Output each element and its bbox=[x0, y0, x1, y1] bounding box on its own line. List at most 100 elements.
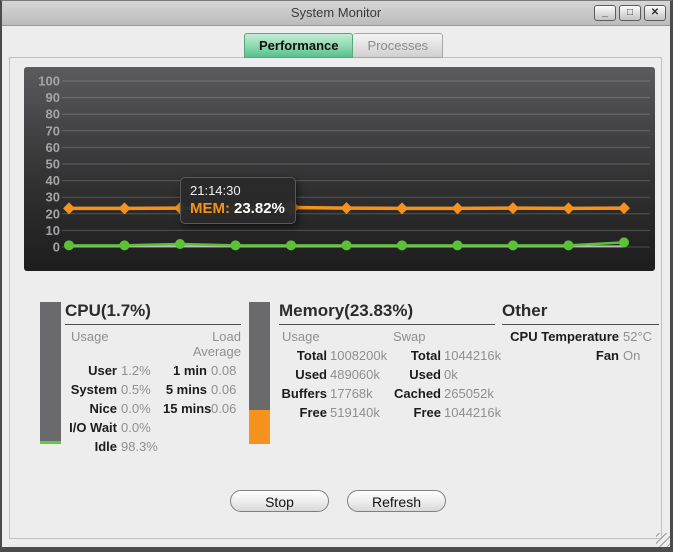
data-point-cpu bbox=[286, 240, 296, 251]
minimize-button[interactable]: _ bbox=[594, 5, 616, 21]
cpu-stat-value: 0.5% bbox=[121, 382, 151, 397]
cpu-stat-value: 98.3% bbox=[121, 439, 158, 454]
refresh-button[interactable]: Refresh bbox=[347, 490, 446, 512]
other-stat-label: CPU Temperature bbox=[510, 329, 619, 344]
memory-swap-value: 0k bbox=[444, 367, 458, 382]
cpu-load-label: 15 mins bbox=[163, 401, 212, 416]
close-button[interactable]: ✕ bbox=[644, 5, 666, 21]
cpu-stat-label: Nice bbox=[89, 401, 117, 416]
data-point-mem bbox=[118, 202, 131, 215]
y-tick-label: 60 bbox=[46, 140, 60, 155]
memory-swap-label: Total bbox=[410, 348, 441, 363]
data-point-mem bbox=[451, 202, 464, 215]
data-point-mem bbox=[507, 202, 519, 215]
cpu-load-value bbox=[211, 439, 241, 454]
y-tick-label: 30 bbox=[46, 190, 60, 205]
other-stat-label: Fan bbox=[595, 348, 619, 363]
memory-panel-title: Memory(23.83%) bbox=[279, 301, 495, 325]
data-point-cpu bbox=[397, 240, 407, 251]
memory-usage-value: 1008200k bbox=[330, 348, 388, 363]
memory-usage-value: 17768k bbox=[330, 386, 373, 401]
memory-gauge-fill bbox=[249, 410, 270, 444]
memory-gauge bbox=[249, 302, 270, 444]
cpu-stat-value: 1.2% bbox=[121, 363, 151, 378]
cpu-gauge bbox=[40, 302, 61, 444]
tooltip-reading: MEM: 23.82% bbox=[190, 200, 286, 217]
memory-usage-header: Usage bbox=[282, 329, 320, 344]
cpu-stat-label: I/O Wait bbox=[69, 420, 117, 435]
cpu-stat-value: 0.0% bbox=[121, 420, 151, 435]
memory-swap-value: 1044216k bbox=[444, 405, 502, 420]
memory-usage-label: Free bbox=[299, 405, 327, 420]
data-point-cpu bbox=[64, 240, 74, 251]
data-point-mem bbox=[618, 202, 630, 215]
data-point-cpu bbox=[230, 240, 241, 251]
window-title: System Monitor bbox=[290, 5, 382, 20]
cpu-stat-label: System bbox=[70, 382, 117, 397]
memory-usage-value: 519140k bbox=[330, 405, 380, 420]
other-panel-title: Other bbox=[502, 301, 659, 325]
resize-grip[interactable] bbox=[656, 533, 670, 547]
data-point-cpu bbox=[563, 240, 574, 251]
memory-usage-value: 489060k bbox=[330, 367, 380, 382]
cpu-column-headers: Usage Load Average bbox=[65, 329, 241, 359]
memory-usage-label: Used bbox=[295, 367, 327, 382]
data-point-mem bbox=[63, 202, 75, 215]
other-panel: Other CPU Temperature 52°C Fan On bbox=[502, 301, 659, 363]
tooltip-time: 21:14:30 bbox=[190, 183, 241, 198]
cpu-load-value bbox=[211, 420, 241, 435]
y-tick-label: 70 bbox=[46, 123, 60, 138]
cpu-load-value: 0.06 bbox=[211, 382, 237, 397]
y-tick-label: 10 bbox=[46, 223, 60, 238]
cpu-load-label: 5 mins bbox=[165, 382, 207, 397]
data-point-cpu bbox=[175, 239, 185, 250]
chart-canvas[interactable]: 1009080706050403020100 bbox=[24, 67, 655, 271]
cpu-panel: CPU(1.7%) Usage Load Average User 1.2% 1 m… bbox=[65, 301, 241, 454]
y-tick-label: 90 bbox=[46, 90, 60, 105]
cpu-load-label: 1 min bbox=[173, 363, 207, 378]
cpu-stat-label: User bbox=[88, 363, 117, 378]
cpu-load-value: 0.06 bbox=[211, 401, 237, 416]
data-point-mem bbox=[340, 202, 353, 215]
data-point-cpu bbox=[508, 240, 518, 251]
cpu-load-label bbox=[163, 420, 207, 435]
other-stat-value: On bbox=[623, 348, 641, 363]
memory-column-headers: Usage Swap bbox=[279, 329, 495, 344]
data-point-cpu bbox=[452, 240, 463, 251]
tab-bar: Performance Processes bbox=[244, 33, 444, 58]
data-point-mem bbox=[396, 202, 408, 215]
cpu-load-label bbox=[163, 439, 207, 454]
memory-swap-label: Cached bbox=[394, 386, 441, 401]
y-tick-label: 40 bbox=[46, 173, 60, 188]
memory-swap-header: Swap bbox=[393, 329, 426, 344]
cpu-panel-title: CPU(1.7%) bbox=[65, 301, 241, 325]
other-stat-value: 52°C bbox=[623, 329, 653, 344]
window-controls: _ □ ✕ bbox=[594, 5, 666, 21]
cpu-stat-label: Idle bbox=[94, 439, 117, 454]
stop-button[interactable]: Stop bbox=[230, 490, 329, 512]
y-tick-label: 20 bbox=[46, 206, 60, 221]
y-tick-label: 0 bbox=[53, 240, 60, 255]
cpu-usage-header: Usage bbox=[71, 329, 109, 344]
y-tick-label: 80 bbox=[46, 107, 60, 122]
cpu-load-header: Load Average bbox=[192, 329, 241, 359]
tab-performance[interactable]: Performance bbox=[244, 33, 354, 58]
cpu-stats-grid: User 1.2% 1 min 0.08 System 0.5% 5 mins 0.06 Nic… bbox=[65, 363, 241, 454]
tab-processes[interactable]: Processes bbox=[353, 33, 444, 58]
y-tick-label: 100 bbox=[38, 74, 60, 89]
title-bar[interactable]: System Monitor _ □ ✕ bbox=[2, 1, 670, 26]
memory-swap-label: Used bbox=[409, 367, 441, 382]
memory-stats-grid: Total 1008200k Total 1044216k Used 489060k Use… bbox=[279, 348, 501, 420]
memory-swap-value: 265052k bbox=[444, 386, 494, 401]
memory-usage-label: Buffers bbox=[281, 386, 327, 401]
performance-chart[interactable]: 100 90 80 70 60 50 40 30 20 10 0 bbox=[24, 67, 655, 271]
cpu-gauge-fill bbox=[40, 441, 61, 444]
data-point-cpu bbox=[119, 240, 130, 251]
other-stats-grid: CPU Temperature 52°C Fan On bbox=[502, 329, 659, 363]
memory-usage-label: Total bbox=[296, 348, 327, 363]
data-point-mem bbox=[562, 202, 575, 215]
tooltip-value: 23.82% bbox=[234, 200, 285, 217]
y-tick-label: 50 bbox=[46, 157, 60, 172]
chart-tooltip: 21:14:30 MEM: 23.82% bbox=[180, 177, 296, 224]
maximize-button[interactable]: □ bbox=[619, 5, 641, 21]
